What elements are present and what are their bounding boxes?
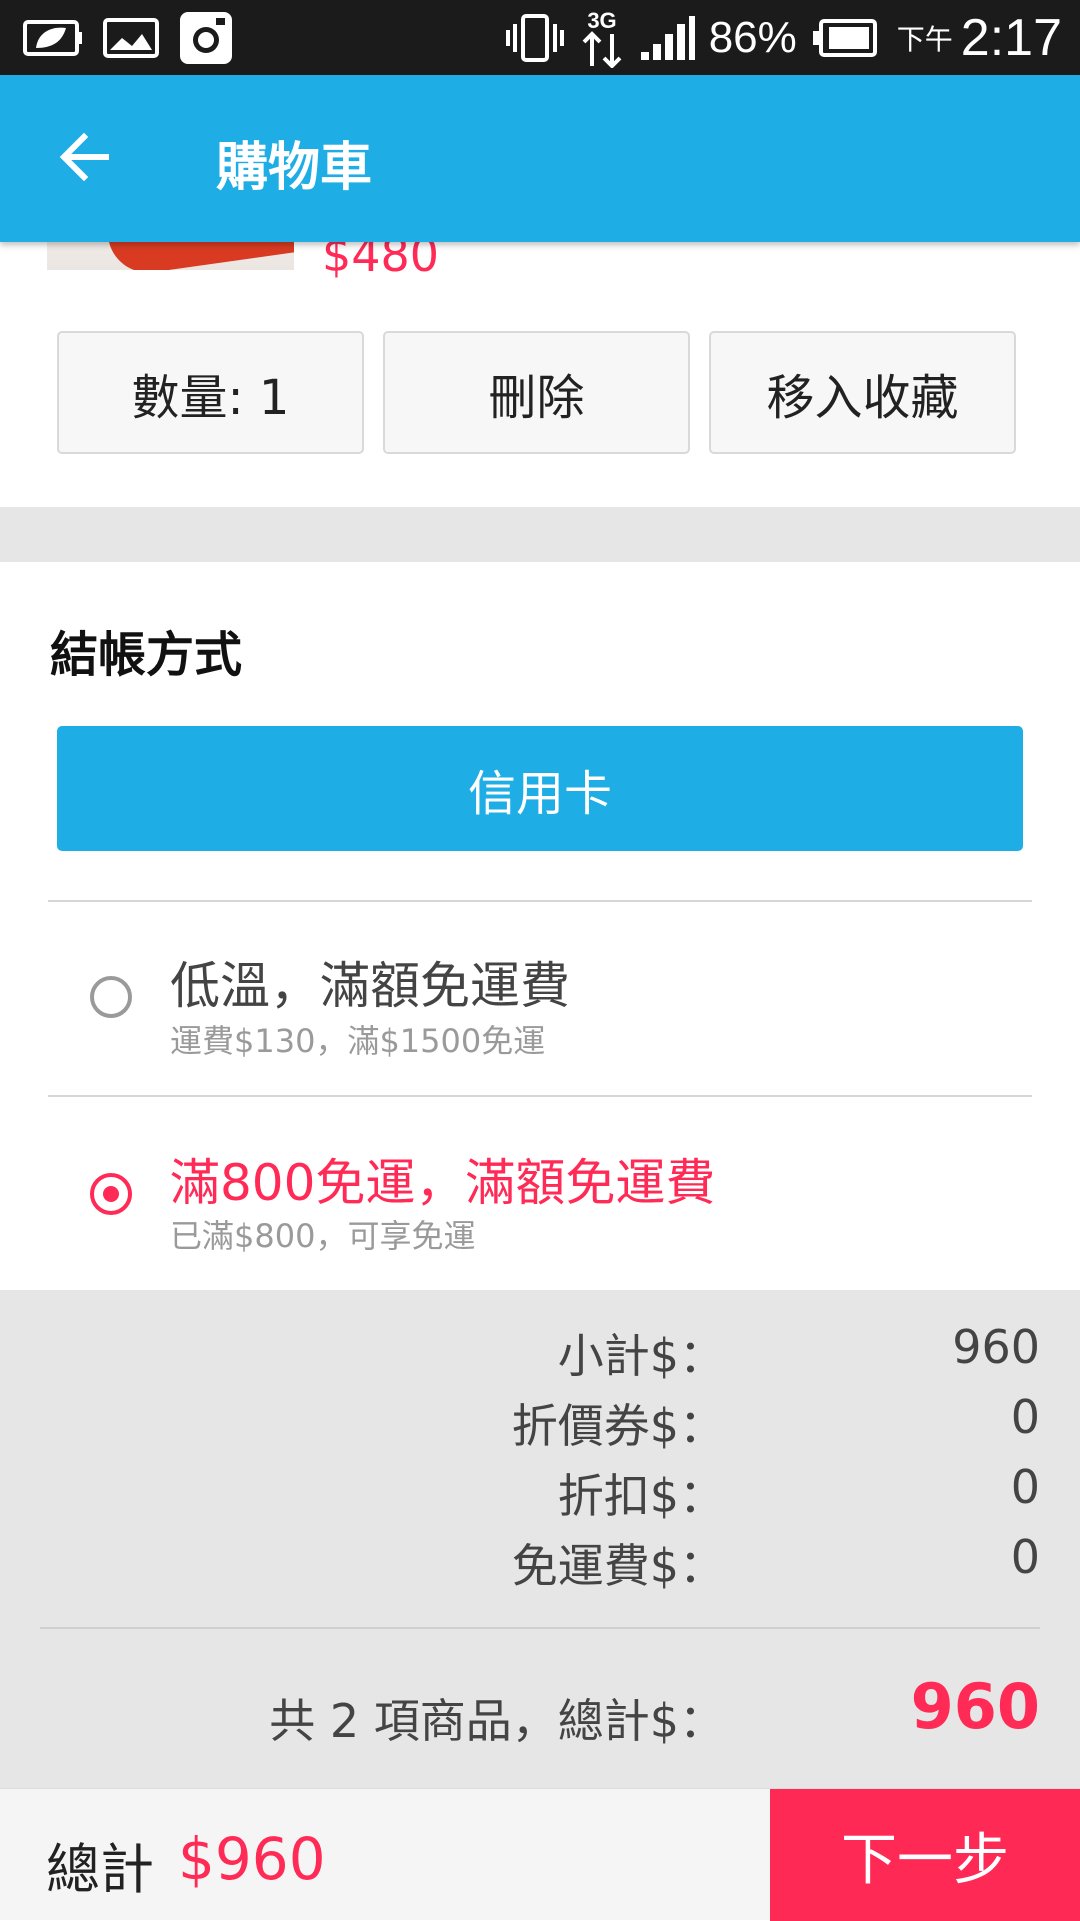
- svg-text:3G: 3G: [587, 8, 616, 33]
- bottom-total-label: 總計: [46, 1838, 154, 1901]
- vibrate-icon: [505, 10, 565, 66]
- section-divider: [0, 507, 1080, 562]
- summary-row-shipping: 免運費$： 0: [0, 1530, 1080, 1600]
- radio-selected[interactable]: [90, 1173, 132, 1215]
- summary-label: 折價券$：: [511, 1399, 725, 1453]
- next-step-button[interactable]: 下一步: [770, 1789, 1080, 1921]
- summary-total-value: 960: [910, 1670, 1040, 1743]
- summary-row-discount: 折扣$： 0: [0, 1460, 1080, 1530]
- battery-percent: 86%: [708, 13, 797, 62]
- status-bar-right: 3G 86% 下午 2:17: [505, 8, 1062, 68]
- summary-divider: [40, 1627, 1040, 1629]
- status-bar: 3G 86% 下午 2:17: [0, 0, 1080, 75]
- summary-value: 0: [1010, 1530, 1040, 1584]
- item-actions: 數量: 1 刪除 移入收藏: [57, 331, 1016, 454]
- battery-icon: [811, 18, 877, 58]
- status-time: 2:17: [960, 9, 1062, 67]
- radio-unselected[interactable]: [90, 976, 132, 1018]
- shipping-option-title: 滿800免運，滿額免運費: [170, 1154, 716, 1212]
- payment-section-title: 結帳方式: [50, 627, 243, 683]
- shipping-option-title: 低溫，滿額免運費: [170, 957, 570, 1015]
- app-bar: 購物車: [0, 75, 1080, 242]
- summary-value: 0: [1010, 1390, 1040, 1444]
- eco-battery-icon: [22, 14, 84, 62]
- summary-label: 小計$：: [557, 1329, 725, 1383]
- quantity-button[interactable]: 數量: 1: [57, 331, 364, 454]
- instagram-icon: [178, 10, 234, 66]
- summary-label: 免運費$：: [511, 1539, 725, 1593]
- status-ampm: 下午: [896, 23, 953, 56]
- move-to-favorites-button[interactable]: 移入收藏: [709, 331, 1016, 454]
- summary-value: 0: [1010, 1460, 1040, 1514]
- shipping-option-cold[interactable]: 低溫，滿額免運費 運費$130，滿$1500免運: [0, 902, 1080, 1092]
- order-summary: 小計$： 960 折價券$： 0 折扣$： 0 免運費$： 0 共 2 項商品，…: [0, 1290, 1080, 1788]
- shipping-option-subtitle: 運費$130，滿$1500免運: [170, 1022, 546, 1060]
- signal-icon: [639, 14, 695, 62]
- summary-row-subtotal: 小計$： 960: [0, 1320, 1080, 1390]
- summary-label: 折扣$：: [557, 1469, 725, 1523]
- page-title: 購物車: [216, 138, 373, 198]
- status-bar-left: [22, 10, 234, 66]
- credit-card-button[interactable]: 信用卡: [57, 726, 1023, 851]
- bottom-bar: 總計 $960 下一步: [0, 1788, 1080, 1921]
- bottom-total-amount: $960: [178, 1825, 326, 1893]
- shipping-option-free800[interactable]: 滿800免運，滿額免運費 已滿$800，可享免運: [0, 1097, 1080, 1287]
- arrow-left-icon[interactable]: [58, 131, 110, 187]
- delete-button[interactable]: 刪除: [383, 331, 690, 454]
- summary-total-label: 共 2 項商品，總計$：: [269, 1694, 725, 1748]
- summary-value: 960: [952, 1320, 1040, 1374]
- summary-row-coupon: 折價券$： 0: [0, 1390, 1080, 1460]
- 3g-data-icon: 3G: [579, 8, 625, 68]
- shipping-option-subtitle: 已滿$800，可享免運: [170, 1217, 476, 1255]
- gallery-icon: [102, 14, 160, 62]
